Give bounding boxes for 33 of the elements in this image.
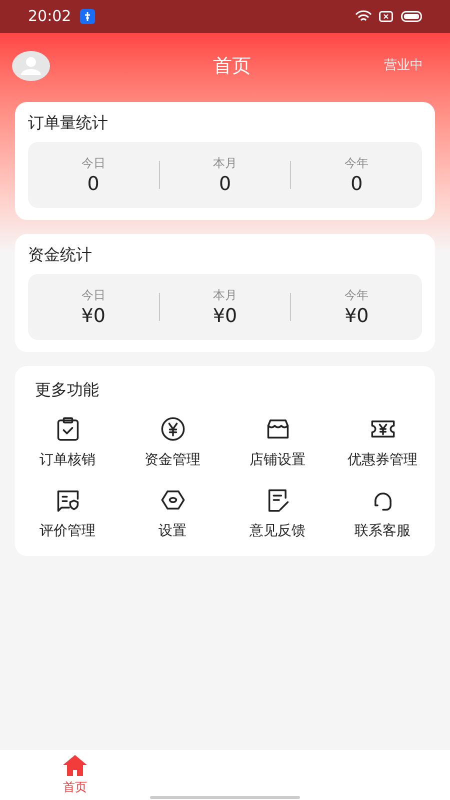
avatar-icon[interactable] bbox=[12, 51, 50, 81]
stat-label: 今年 bbox=[344, 287, 369, 304]
stat-label: 本月 bbox=[213, 155, 237, 172]
feature-button[interactable]: 店铺设置 bbox=[225, 416, 330, 471]
yen-coin-icon bbox=[160, 416, 186, 442]
stat-value: ¥0 bbox=[344, 304, 369, 328]
feature-button[interactable]: 资金管理 bbox=[120, 416, 225, 471]
stat-value: 0 bbox=[218, 172, 232, 196]
app-notification-icon bbox=[80, 9, 96, 24]
stat-value: 0 bbox=[350, 172, 363, 196]
card-title: 订单量统计 bbox=[28, 112, 109, 134]
wifi-icon bbox=[355, 10, 372, 23]
feature-button[interactable]: 优惠券管理 bbox=[330, 416, 435, 471]
card-title: 资金统计 bbox=[28, 244, 93, 266]
stat-value: 0 bbox=[87, 172, 100, 196]
clipboard-check-icon bbox=[54, 416, 80, 442]
page-title: 首页 bbox=[213, 54, 251, 79]
sim-icon bbox=[379, 11, 393, 22]
stat-label: 今日 bbox=[81, 155, 106, 172]
home-icon bbox=[62, 754, 88, 776]
battery-icon bbox=[401, 11, 422, 22]
feature-button[interactable]: 设置 bbox=[120, 487, 225, 542]
stat-label: 本月 bbox=[213, 287, 237, 304]
status-time: 20:02 bbox=[28, 6, 72, 28]
feature-button[interactable]: 评价管理 bbox=[15, 487, 120, 542]
feature-button[interactable]: 联系客服 bbox=[330, 487, 435, 542]
stat-value: ¥0 bbox=[212, 304, 238, 328]
stat-label: 今日 bbox=[81, 287, 106, 304]
stat-value: ¥0 bbox=[81, 304, 106, 328]
feature-button[interactable]: 订单核销 bbox=[15, 416, 120, 471]
stat-label: 今年 bbox=[344, 155, 369, 172]
card-title: 更多功能 bbox=[34, 379, 100, 401]
feature-button[interactable]: 意见反馈 bbox=[225, 487, 330, 542]
